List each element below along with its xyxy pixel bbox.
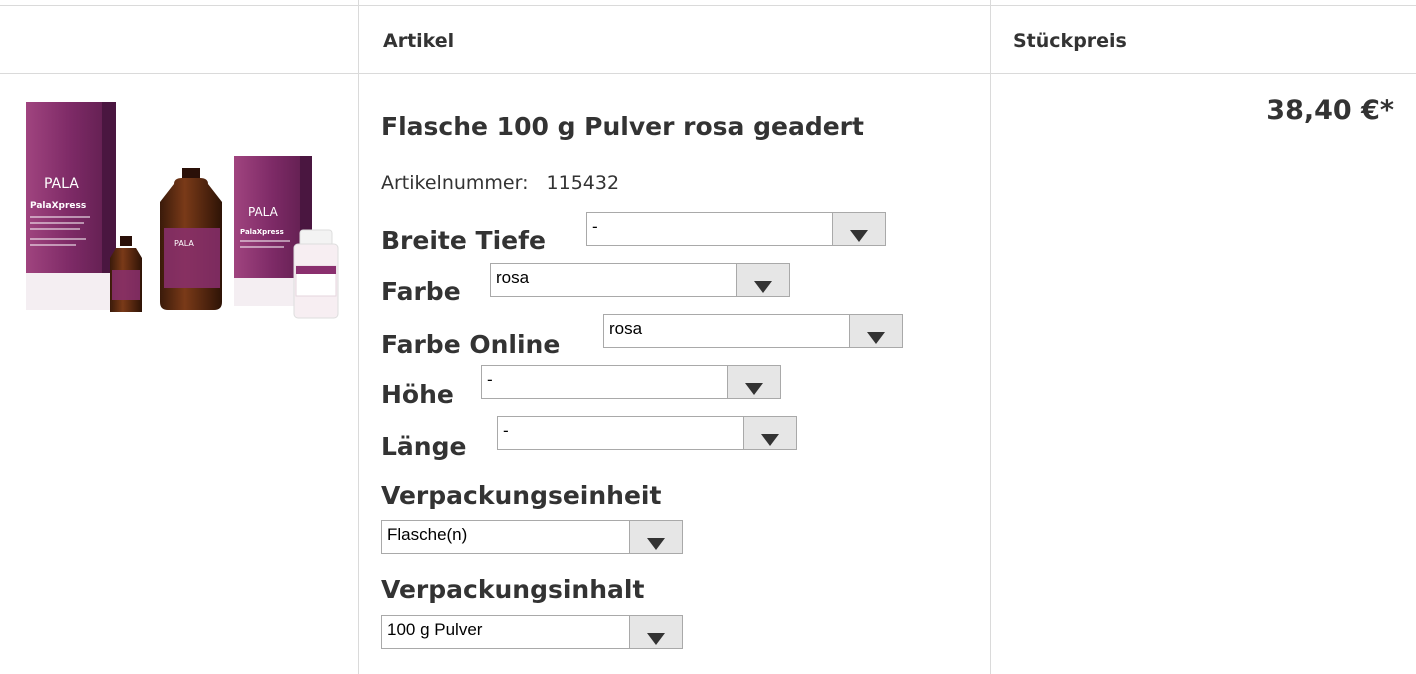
option-label-farbe-online: Farbe Online: [381, 330, 561, 359]
svg-text:PalaXpress: PalaXpress: [240, 228, 284, 236]
triangle-down-icon: [867, 332, 885, 344]
select-laenge[interactable]: -: [497, 416, 797, 450]
option-label-farbe: Farbe: [381, 277, 461, 306]
option-label-hoehe: Höhe: [381, 380, 454, 409]
svg-text:PALA: PALA: [174, 239, 194, 248]
column-divider-2: [990, 0, 991, 674]
select-breite-tiefe[interactable]: -: [586, 212, 886, 246]
dropdown-button[interactable]: [736, 264, 789, 296]
select-value: -: [487, 370, 493, 389]
select-hoehe[interactable]: -: [481, 365, 781, 399]
header-bottom-border: [0, 73, 1416, 74]
select-value: rosa: [496, 268, 530, 287]
svg-text:PALA: PALA: [248, 205, 279, 219]
option-label-verpackungseinheit: Verpackungseinheit: [381, 481, 662, 510]
svg-text:PALA: PALA: [44, 176, 79, 192]
select-value: 100 g Pulver: [387, 620, 483, 639]
article-number-row: Artikelnummer: 115432: [381, 172, 619, 194]
triangle-down-icon: [754, 281, 772, 293]
select-verpackungseinheit[interactable]: Flasche(n): [381, 520, 683, 554]
column-divider-1: [358, 0, 359, 674]
dropdown-button[interactable]: [629, 521, 682, 553]
option-label-breite-tiefe: Breite Tiefe: [381, 226, 546, 255]
dropdown-button[interactable]: [743, 417, 796, 449]
option-label-laenge: Länge: [381, 432, 467, 461]
product-image[interactable]: PALA PalaXpress PALA PalaXpress PALA: [24, 98, 340, 324]
triangle-down-icon: [745, 383, 763, 395]
triangle-down-icon: [761, 434, 779, 446]
triangle-down-icon: [647, 538, 665, 550]
product-title[interactable]: Flasche 100 g Pulver rosa geadert: [381, 112, 864, 141]
select-value: rosa: [609, 319, 643, 338]
select-value: -: [503, 421, 509, 440]
select-value: Flasche(n): [387, 525, 468, 544]
unit-price: 38,40 €*: [1266, 95, 1394, 126]
dropdown-button[interactable]: [832, 213, 885, 245]
select-farbe[interactable]: rosa: [490, 263, 790, 297]
column-header-artikel: Artikel: [383, 30, 455, 52]
select-verpackungsinhalt[interactable]: 100 g Pulver: [381, 615, 683, 649]
option-label-verpackungsinhalt: Verpackungsinhalt: [381, 575, 645, 604]
article-number-value: 115432: [546, 172, 620, 194]
dropdown-button[interactable]: [849, 315, 902, 347]
column-header-stueckpreis: Stückpreis: [1013, 30, 1127, 52]
dropdown-button[interactable]: [727, 366, 780, 398]
header-top-border: [0, 5, 1416, 6]
article-number-label: Artikelnummer:: [381, 172, 529, 194]
select-value: -: [592, 217, 598, 236]
select-farbe-online[interactable]: rosa: [603, 314, 903, 348]
dropdown-button[interactable]: [629, 616, 682, 648]
triangle-down-icon: [850, 230, 868, 242]
triangle-down-icon: [647, 633, 665, 645]
svg-text:PalaXpress: PalaXpress: [30, 201, 86, 211]
